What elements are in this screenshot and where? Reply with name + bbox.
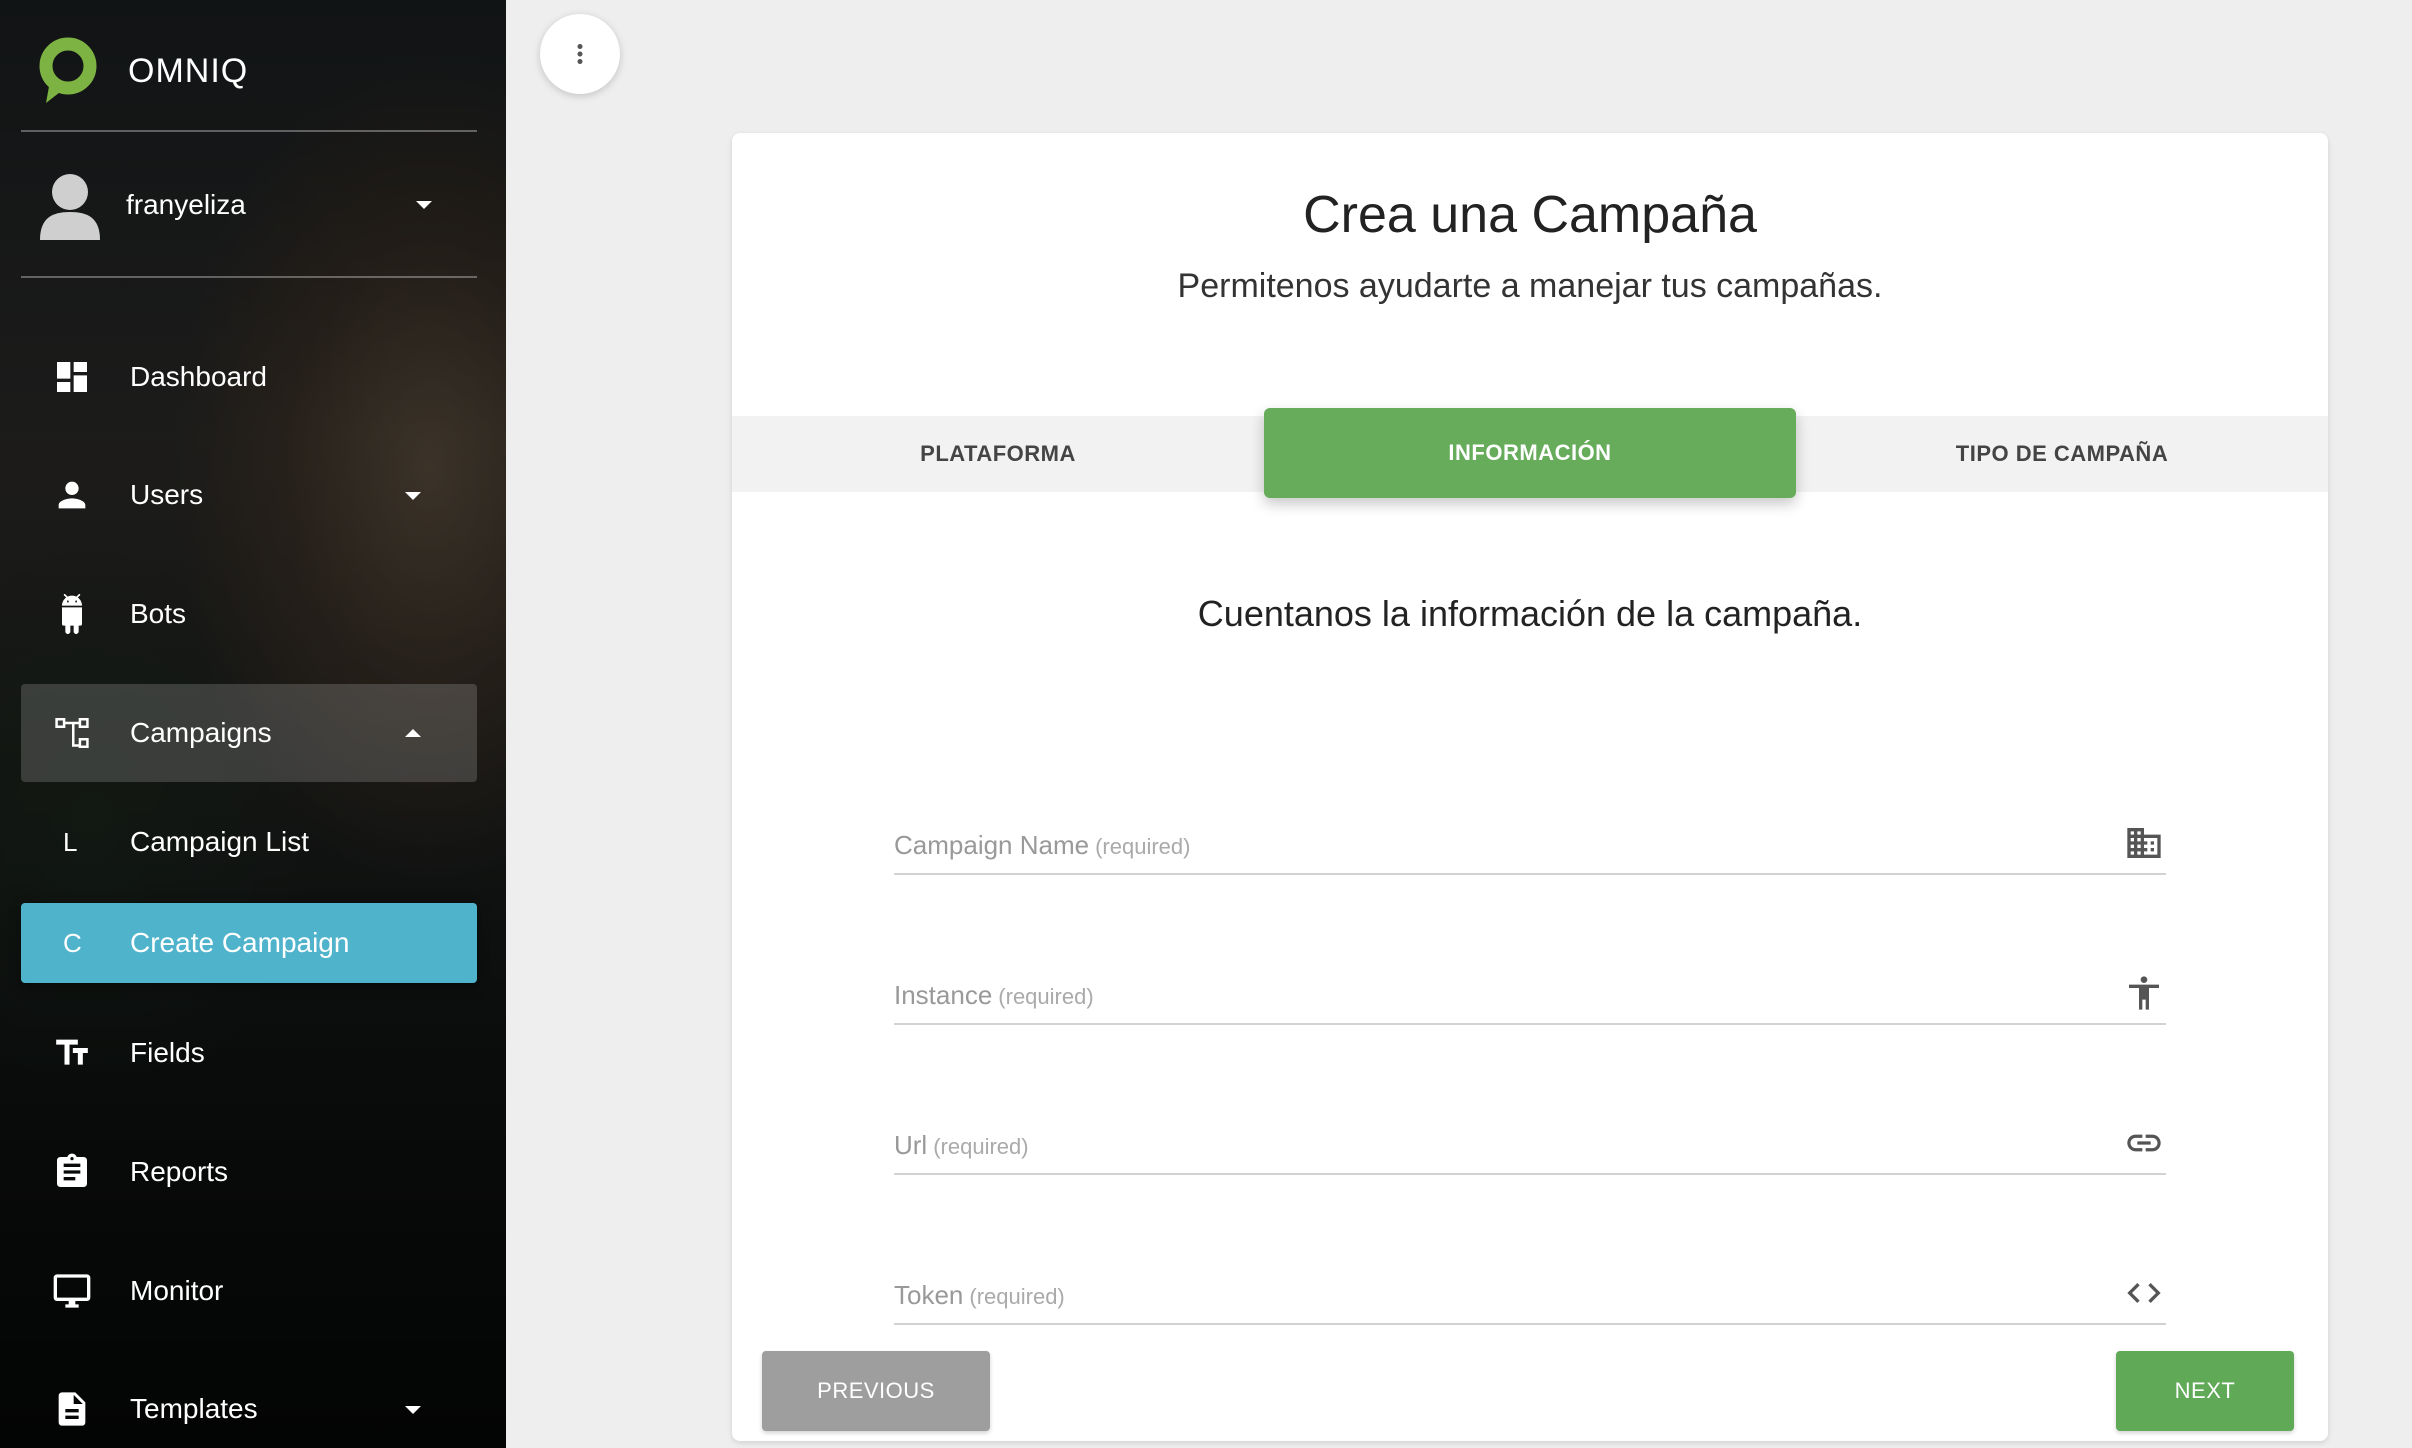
code-icon xyxy=(2122,1271,2166,1315)
sidebar-item-reports[interactable]: Reports xyxy=(21,1123,477,1221)
sidebar-subitem-campaign-list[interactable]: L Campaign List xyxy=(21,802,477,882)
sidebar-item-campaigns[interactable]: Campaigns xyxy=(21,684,477,782)
section-title: Cuentanos la información de la campaña. xyxy=(1197,593,1863,634)
more-vert-icon xyxy=(577,44,583,64)
clipboard-icon xyxy=(51,1151,93,1193)
tab-plataforma[interactable]: PLATAFORMA xyxy=(732,416,1264,492)
sidebar-item-label: Bots xyxy=(130,598,187,629)
url-input[interactable] xyxy=(894,1127,2094,1167)
url-field: Url (required) xyxy=(894,1115,2166,1175)
sidebar-subitem-mini: L xyxy=(63,826,78,857)
previous-button[interactable]: PREVIOUS xyxy=(762,1351,990,1431)
sidebar-item-label: Templates xyxy=(130,1393,258,1424)
sidebar-item-bots[interactable]: Bots xyxy=(21,565,477,663)
wizard-card: Crea una Campaña Permitenos ayudarte a m… xyxy=(732,133,2328,1441)
brand-name: OMNIQ xyxy=(128,51,249,90)
page-title: Crea una Campaña xyxy=(1303,186,1757,244)
instance-input[interactable] xyxy=(894,977,2094,1017)
building-icon xyxy=(2122,821,2166,865)
sidebar-subitem-create-campaign[interactable]: C Create Campaign xyxy=(21,903,477,983)
tab-informacion[interactable]: INFORMACIÓN xyxy=(1264,408,1796,498)
brand[interactable]: OMNIQ xyxy=(38,36,248,106)
chevron-down-icon xyxy=(405,1406,421,1414)
sidebar-item-dashboard[interactable]: Dashboard xyxy=(21,328,477,426)
sidebar-subitem-label: Campaign List xyxy=(130,826,309,857)
chevron-down-icon xyxy=(405,492,421,500)
token-input[interactable] xyxy=(894,1277,2094,1317)
next-button[interactable]: NEXT xyxy=(2116,1351,2294,1431)
sidebar: OMNIQ franyeliza Dashboard Users Bots Ca… xyxy=(0,0,506,1448)
campaign-name-field: Campaign Name (required) xyxy=(894,815,2166,875)
chevron-down-icon xyxy=(416,201,432,209)
sidebar-item-monitor[interactable]: Monitor xyxy=(21,1242,477,1340)
sidebar-item-label: Monitor xyxy=(130,1275,224,1306)
sidebar-item-users[interactable]: Users xyxy=(21,446,477,544)
sidebar-item-templates[interactable]: Templates xyxy=(21,1360,477,1448)
sidebar-item-label: Users xyxy=(130,479,204,510)
hierarchy-icon xyxy=(51,712,93,754)
person-icon xyxy=(51,474,93,516)
sidebar-item-label: Campaigns xyxy=(130,717,272,748)
monitor-icon xyxy=(51,1270,93,1312)
sidebar-divider xyxy=(21,276,477,278)
sidebar-item-fields[interactable]: Fields xyxy=(21,1004,477,1102)
link-icon xyxy=(2122,1121,2166,1165)
token-field: Token (required) xyxy=(894,1265,2166,1325)
user-menu[interactable]: franyeliza xyxy=(38,168,458,242)
page-subtitle: Permitenos ayudarte a manejar tus campañ… xyxy=(1177,267,1883,305)
text-fields-icon xyxy=(51,1032,93,1074)
android-icon xyxy=(51,593,93,635)
more-options-button[interactable] xyxy=(540,14,620,94)
sidebar-divider xyxy=(21,130,477,132)
sidebar-item-label: Fields xyxy=(130,1037,205,1068)
sidebar-item-label: Reports xyxy=(130,1156,229,1187)
sidebar-subitem-mini: C xyxy=(63,927,82,958)
sidebar-subitem-label: Create Campaign xyxy=(130,927,350,958)
dashboard-icon xyxy=(51,356,93,398)
campaign-name-input[interactable] xyxy=(894,827,2094,867)
sidebar-item-label: Dashboard xyxy=(130,361,267,392)
chevron-up-icon xyxy=(405,729,421,737)
instance-field: Instance (required) xyxy=(894,965,2166,1025)
wizard-tabs: PLATAFORMA TIPO DE CAMPAÑA INFORMACIÓN xyxy=(732,408,2328,498)
accessibility-icon xyxy=(2122,971,2166,1015)
user-name: franyeliza xyxy=(126,189,246,220)
tab-tipo-de-campana[interactable]: TIPO DE CAMPAÑA xyxy=(1796,416,2328,492)
document-icon xyxy=(51,1388,93,1430)
avatar-icon xyxy=(40,174,100,240)
omniq-logo-icon xyxy=(39,37,97,103)
